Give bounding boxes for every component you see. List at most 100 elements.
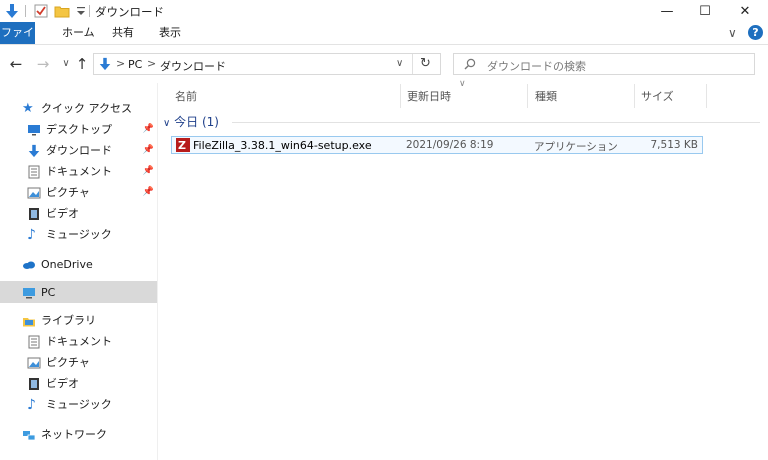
up-button[interactable]: ↑ <box>73 55 91 73</box>
search-box[interactable]: ダウンロードの検索 <box>453 53 755 75</box>
title-separator <box>89 5 90 17</box>
new-folder-icon[interactable] <box>54 3 70 19</box>
group-divider <box>232 122 760 123</box>
help-button[interactable]: ? <box>748 25 763 40</box>
pin-icon: 📌 <box>142 145 154 155</box>
back-button[interactable]: ← <box>7 55 25 73</box>
window-title: ダウンロード <box>95 5 164 19</box>
nav-label: ミュージック <box>46 398 112 411</box>
group-header[interactable]: ∨ 今日 (1) <box>163 113 219 130</box>
up-arrow-icon: ↑ <box>75 55 89 73</box>
customize-toolbar-icon[interactable] <box>73 3 89 19</box>
desktop-icon <box>28 124 40 135</box>
address-dropdown-icon[interactable]: ∨ <box>396 58 403 69</box>
properties-icon[interactable] <box>33 3 49 19</box>
back-arrow-icon: ← <box>9 55 23 73</box>
address-bar[interactable]: > PC > ダウンロード ∨ ↻ <box>93 53 441 75</box>
nav-item-downloads[interactable]: ダウンロード 📌 <box>27 140 154 161</box>
ribbon-expand-button[interactable]: ∨ <box>728 26 737 40</box>
cloud-icon <box>23 261 35 269</box>
file-date: 2021/09/26 8:19 <box>406 139 494 151</box>
filezilla-icon: Z <box>176 138 190 152</box>
nav-item-videos[interactable]: ビデオ <box>27 203 154 224</box>
download-arrow-icon[interactable] <box>4 3 20 19</box>
pictures-icon <box>27 187 41 198</box>
column-separator <box>527 84 528 108</box>
music-icon: ♪ <box>27 226 36 243</box>
column-header-date[interactable]: 更新日時 <box>407 88 451 104</box>
nav-library[interactable]: ライブラリ <box>22 310 152 331</box>
nav-item-music[interactable]: ♪ ミュージック <box>27 224 154 245</box>
address-row: ← → ∨ ↑ > PC > ダウンロード ∨ ↻ ダウンロードの検索 <box>0 45 768 83</box>
column-header-name[interactable]: 名前 <box>175 88 197 104</box>
video-icon <box>29 377 39 390</box>
nav-label: ドキュメント <box>46 165 112 178</box>
column-header-size[interactable]: サイズ <box>641 88 674 104</box>
column-separator <box>706 84 707 108</box>
forward-button[interactable]: → <box>34 55 52 73</box>
nav-item-documents[interactable]: ドキュメント 📌 <box>27 161 154 182</box>
search-placeholder: ダウンロードの検索 <box>487 60 586 73</box>
music-icon: ♪ <box>27 396 36 413</box>
nav-label: ビデオ <box>46 377 79 390</box>
maximize-icon: ☐ <box>699 3 711 19</box>
tab-file[interactable]: ファイル <box>0 22 35 61</box>
video-icon <box>29 207 39 220</box>
nav-label: ダウンロード <box>46 144 112 157</box>
breadcrumb-pc[interactable]: PC <box>128 58 142 71</box>
nav-onedrive[interactable]: OneDrive <box>22 254 152 275</box>
column-header-type[interactable]: 種類 <box>535 88 557 104</box>
group-collapse-icon: ∨ <box>163 118 171 129</box>
svg-text:Z: Z <box>178 139 186 152</box>
file-name: FileZilla_3.38.1_win64-setup.exe <box>193 139 372 152</box>
nav-label: ネットワーク <box>41 428 107 441</box>
computer-icon <box>23 287 35 298</box>
breadcrumb-separator: > <box>147 57 157 70</box>
nav-label: ピクチャ <box>46 186 90 199</box>
star-icon: ★ <box>22 100 34 116</box>
nav-label: デスクトップ <box>46 123 112 136</box>
nav-label: ライブラリ <box>41 314 96 327</box>
ribbon-tabs: ファイル ホーム 共有 表示 ∨ ? <box>0 22 768 61</box>
nav-quick-access[interactable]: ★ クイック アクセス <box>22 98 152 119</box>
nav-item-desktop[interactable]: デスクトップ 📌 <box>27 119 154 140</box>
breadcrumb-separator: > <box>116 57 126 70</box>
minimize-button[interactable]: — <box>648 0 686 22</box>
download-folder-icon <box>99 57 111 71</box>
nav-label: ミュージック <box>46 228 112 241</box>
maximize-button[interactable]: ☐ <box>686 0 724 22</box>
nav-label: OneDrive <box>41 258 93 271</box>
nav-library-music[interactable]: ♪ ミュージック <box>27 394 154 415</box>
nav-label: ビデオ <box>46 207 79 220</box>
close-button[interactable]: ✕ <box>726 0 764 22</box>
network-icon <box>23 430 36 440</box>
nav-item-pictures[interactable]: ピクチャ 📌 <box>27 182 154 203</box>
pictures-icon <box>27 357 41 368</box>
tab-share[interactable]: 共有 <box>104 22 142 44</box>
nav-pc[interactable]: PC <box>22 282 152 303</box>
title-separator <box>25 5 26 17</box>
library-icon <box>23 317 35 326</box>
address-divider <box>412 54 413 74</box>
nav-label: ドキュメント <box>46 335 112 348</box>
file-type: アプリケーション <box>534 141 618 153</box>
close-icon: ✕ <box>739 3 751 19</box>
tab-view[interactable]: 表示 <box>151 22 189 44</box>
breadcrumb-downloads[interactable]: ダウンロード <box>160 58 226 74</box>
tab-home[interactable]: ホーム <box>54 22 103 44</box>
nav-library-documents[interactable]: ドキュメント <box>27 331 154 352</box>
group-label: 今日 (1) <box>174 115 219 129</box>
pin-icon: 📌 <box>142 124 154 134</box>
document-icon <box>28 335 40 348</box>
nav-library-pictures[interactable]: ピクチャ <box>27 352 154 373</box>
title-bar: ダウンロード — ☐ ✕ <box>0 0 768 22</box>
nav-network[interactable]: ネットワーク <box>22 424 152 445</box>
sort-chevron-icon: ∨ <box>459 79 466 89</box>
pin-icon: 📌 <box>142 166 154 176</box>
nav-library-videos[interactable]: ビデオ <box>27 373 154 394</box>
minimize-icon: — <box>660 3 674 19</box>
table-row[interactable]: Z FileZilla_3.38.1_win64-setup.exe 2021/… <box>171 136 703 154</box>
nav-label: ピクチャ <box>46 356 90 369</box>
refresh-icon[interactable]: ↻ <box>420 56 431 71</box>
download-icon <box>28 144 40 157</box>
